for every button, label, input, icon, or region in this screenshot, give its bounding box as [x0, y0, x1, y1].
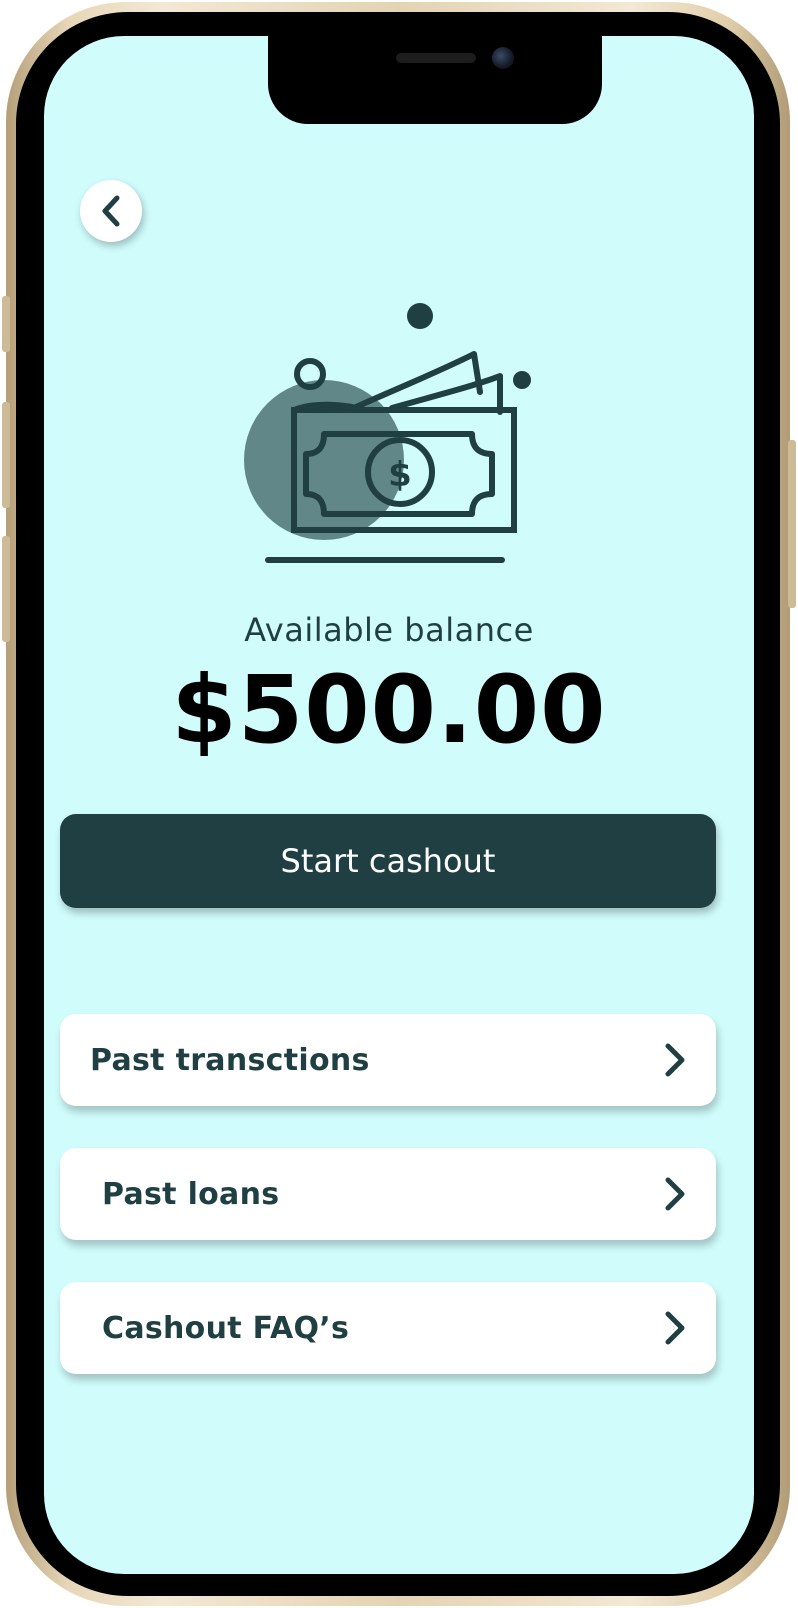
cashout-faq-label: Cashout FAQ’s	[102, 1310, 350, 1346]
speaker-grille	[396, 53, 476, 63]
past-loans-item[interactable]: Past loans	[60, 1148, 716, 1240]
balance-amount: $500.00	[171, 656, 607, 765]
past-transactions-item[interactable]: Past transctions	[60, 1014, 716, 1106]
past-transactions-label: Past transctions	[90, 1042, 370, 1078]
svg-text:$: $	[388, 455, 412, 495]
chevron-right-icon	[662, 1042, 686, 1078]
notch	[268, 36, 602, 124]
chevron-left-icon	[102, 195, 120, 227]
back-button[interactable]	[80, 180, 142, 242]
side-button-silent	[2, 296, 10, 352]
side-button-power	[788, 440, 796, 608]
front-camera	[492, 47, 514, 69]
past-loans-label: Past loans	[102, 1176, 280, 1212]
available-balance-label: Available balance	[244, 611, 534, 649]
cashout-faq-item[interactable]: Cashout FAQ’s	[60, 1282, 716, 1374]
side-button-volume-up	[2, 402, 10, 508]
app-screen: $ Available balance $500.00 Start cashou…	[44, 36, 754, 1574]
money-cash-icon: $	[244, 303, 531, 563]
side-button-volume-down	[2, 536, 10, 642]
start-cashout-button[interactable]: Start cashout	[60, 814, 716, 908]
chevron-right-icon	[662, 1310, 686, 1346]
chevron-right-icon	[662, 1176, 686, 1212]
